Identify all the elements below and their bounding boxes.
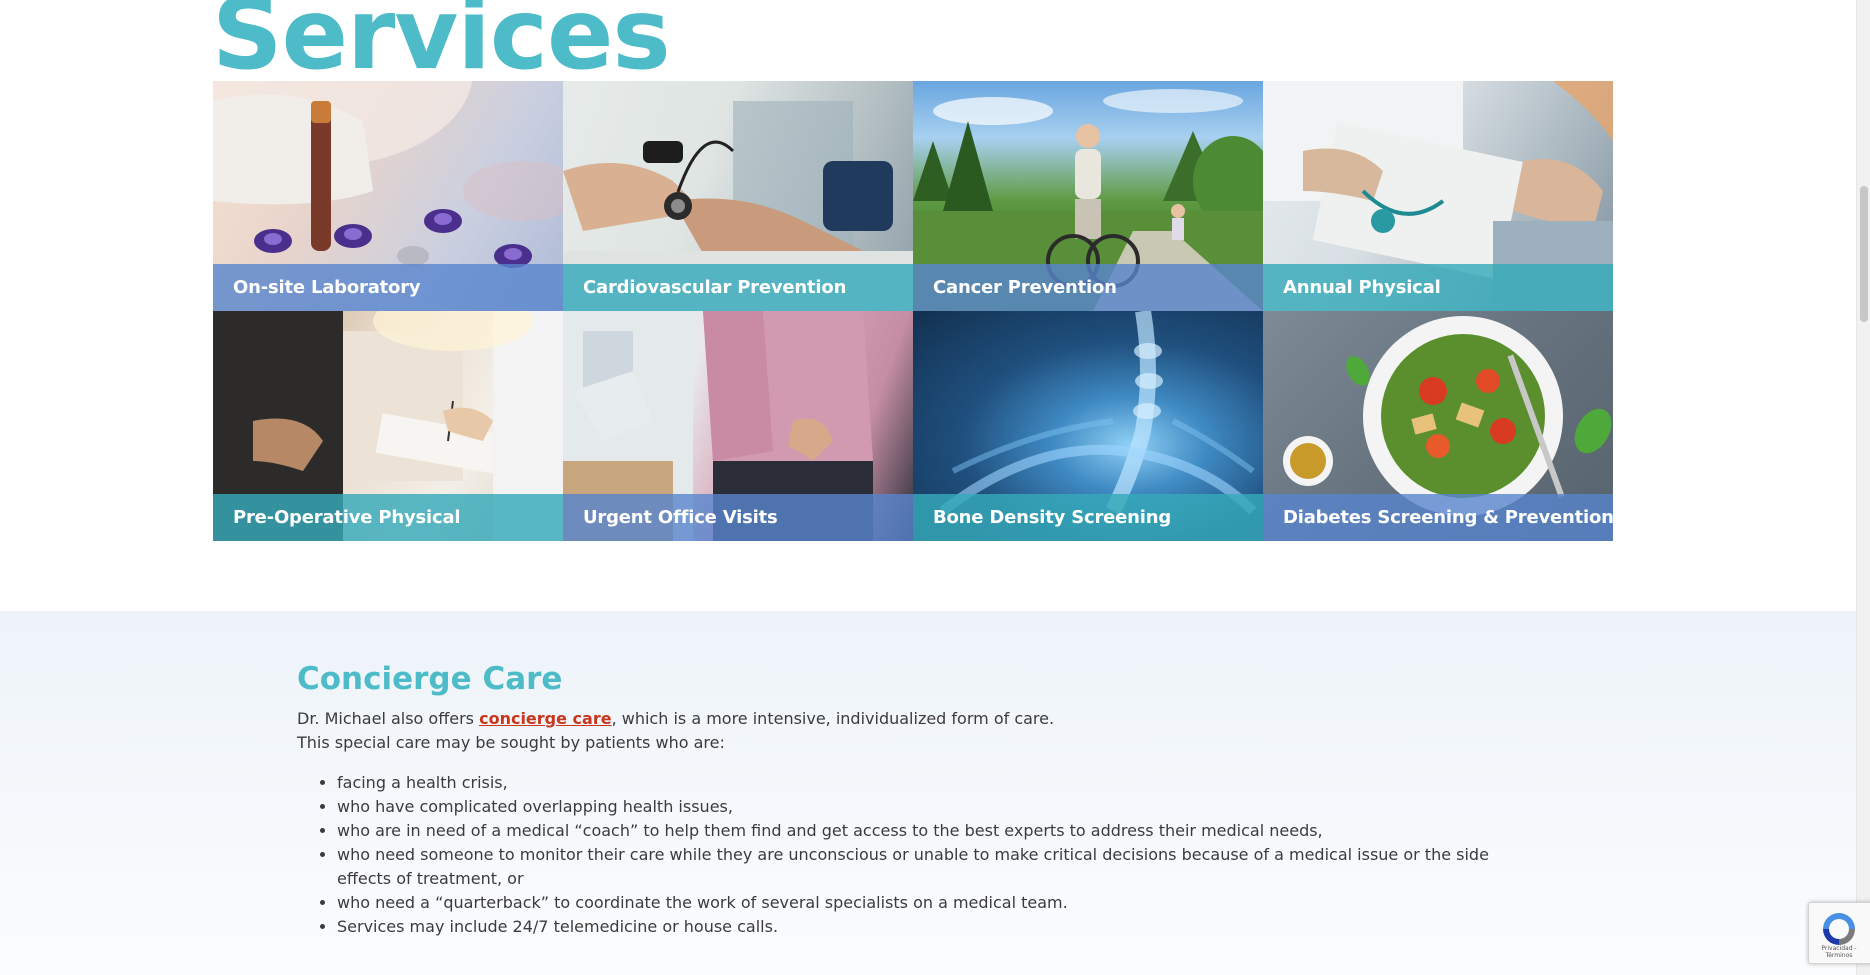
- intro-text-before: Dr. Michael also offers: [297, 709, 480, 728]
- service-label: Cardiovascular Prevention: [583, 277, 847, 298]
- service-tile-onsite-laboratory[interactable]: On-site Laboratory: [213, 81, 563, 311]
- page: Services On-site Laboratory Cardiovascul…: [0, 0, 1870, 975]
- intro-line-2: This special care may be sought by patie…: [297, 733, 725, 752]
- service-tile-diabetes-screening-prevention[interactable]: Diabetes Screening & Prevention: [1263, 311, 1613, 541]
- service-label: Bone Density Screening: [933, 507, 1172, 528]
- service-tile-pre-operative-physical[interactable]: Pre-Operative Physical: [213, 311, 563, 541]
- recaptcha-footer: Privacidad - Términos: [1821, 945, 1857, 959]
- service-label: Pre-Operative Physical: [233, 507, 461, 528]
- service-bar: Annual Physical: [1263, 264, 1613, 311]
- services-heading: Services: [212, 0, 670, 82]
- service-tile-cancer-prevention[interactable]: Cancer Prevention: [913, 81, 1263, 311]
- services-grid: On-site Laboratory Cardiovascular Preven…: [213, 81, 1613, 541]
- concierge-care-section: Concierge Care Dr. Michael also offers c…: [0, 611, 1870, 975]
- service-tile-cardiovascular-prevention[interactable]: Cardiovascular Prevention: [563, 81, 913, 311]
- concierge-criteria-list: facing a health crisis, who have complic…: [297, 771, 1537, 939]
- service-label: Cancer Prevention: [933, 277, 1117, 298]
- recaptcha-icon: [1823, 913, 1855, 945]
- service-label: Annual Physical: [1283, 277, 1441, 298]
- service-tile-bone-density-screening[interactable]: Bone Density Screening: [913, 311, 1263, 541]
- list-item: who have complicated overlapping health …: [337, 795, 1537, 819]
- service-bar: Pre-Operative Physical: [213, 494, 563, 541]
- service-bar: Diabetes Screening & Prevention: [1263, 494, 1613, 541]
- list-item: who need someone to monitor their care w…: [337, 843, 1537, 891]
- recaptcha-badge[interactable]: Privacidad - Términos: [1808, 902, 1870, 964]
- page-scrollbar[interactable]: [1856, 0, 1870, 975]
- service-bar: Urgent Office Visits: [563, 494, 913, 541]
- concierge-care-link[interactable]: concierge care: [479, 709, 611, 728]
- list-item: facing a health crisis,: [337, 771, 1537, 795]
- service-tile-annual-physical[interactable]: Annual Physical: [1263, 81, 1613, 311]
- list-item: Services may include 24/7 telemedicine o…: [337, 915, 1537, 939]
- list-item: who need a “quarterback” to coordinate t…: [337, 891, 1537, 915]
- intro-text-after: , which is a more intensive, individuali…: [611, 709, 1055, 728]
- scrollbar-thumb[interactable]: [1860, 186, 1868, 322]
- service-tile-urgent-office-visits[interactable]: Urgent Office Visits: [563, 311, 913, 541]
- service-label: Diabetes Screening & Prevention: [1283, 507, 1613, 528]
- service-bar: On-site Laboratory: [213, 264, 563, 311]
- service-bar: Cancer Prevention: [913, 264, 1263, 311]
- service-bar: Cardiovascular Prevention: [563, 264, 913, 311]
- service-label: On-site Laboratory: [233, 277, 421, 298]
- concierge-care-title: Concierge Care: [297, 661, 563, 697]
- list-item: who are in need of a medical “coach” to …: [337, 819, 1537, 843]
- service-bar: Bone Density Screening: [913, 494, 1263, 541]
- service-label: Urgent Office Visits: [583, 507, 778, 528]
- concierge-intro: Dr. Michael also offers concierge care, …: [297, 707, 1597, 755]
